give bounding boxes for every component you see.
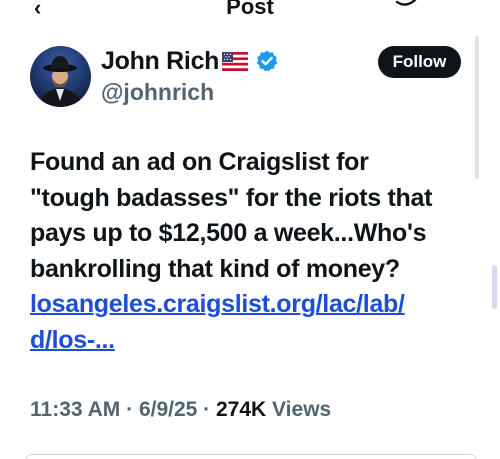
post-link[interactable]: d/los-... [30,323,475,359]
verified-badge-icon[interactable] [255,49,279,73]
follow-button[interactable]: Follow [378,46,461,78]
views-label[interactable]: Views [272,398,331,421]
author-handle[interactable]: @johnrich [101,78,214,106]
post-text-line: "tough badasses" for the riots that [30,183,433,212]
author-name-row[interactable]: John Rich [101,46,279,76]
post-text-line: bankrolling that kind of money? [30,254,400,283]
next-section-edge [25,454,477,459]
avatar-image [30,46,91,107]
top-nav-bar: ‹ Post [0,0,500,19]
post-time[interactable]: 11:33 AM [30,398,120,421]
author-name[interactable]: John Rich [101,46,219,76]
scrollbar[interactable] [475,36,479,179]
post-meta: 11:33 AM · 6/9/25 · 274K Views [30,397,331,423]
meta-separator: · [203,398,216,421]
page-scrollbar-thumb[interactable] [492,265,497,309]
post-date[interactable]: 6/9/25 [139,398,197,421]
post-text: Found an ad on Craigslist for "tough bad… [30,145,475,358]
views-count[interactable]: 274K [216,398,272,421]
meta-separator: · [126,398,139,421]
page-title: Post [226,0,274,19]
post-text-line: Found an ad on Craigslist for [30,148,369,176]
post-link[interactable]: losangeles.craigslist.org/lac/lab/ [30,287,475,323]
reply-settings-icon[interactable] [394,0,418,16]
avatar[interactable] [30,46,91,107]
post-text-line: pays up to $12,500 a week...Who's [30,219,427,247]
post-detail-screen: ‹ Post John Rich @johnrich Follow Found … [0,0,500,459]
us-flag-icon [222,51,249,71]
